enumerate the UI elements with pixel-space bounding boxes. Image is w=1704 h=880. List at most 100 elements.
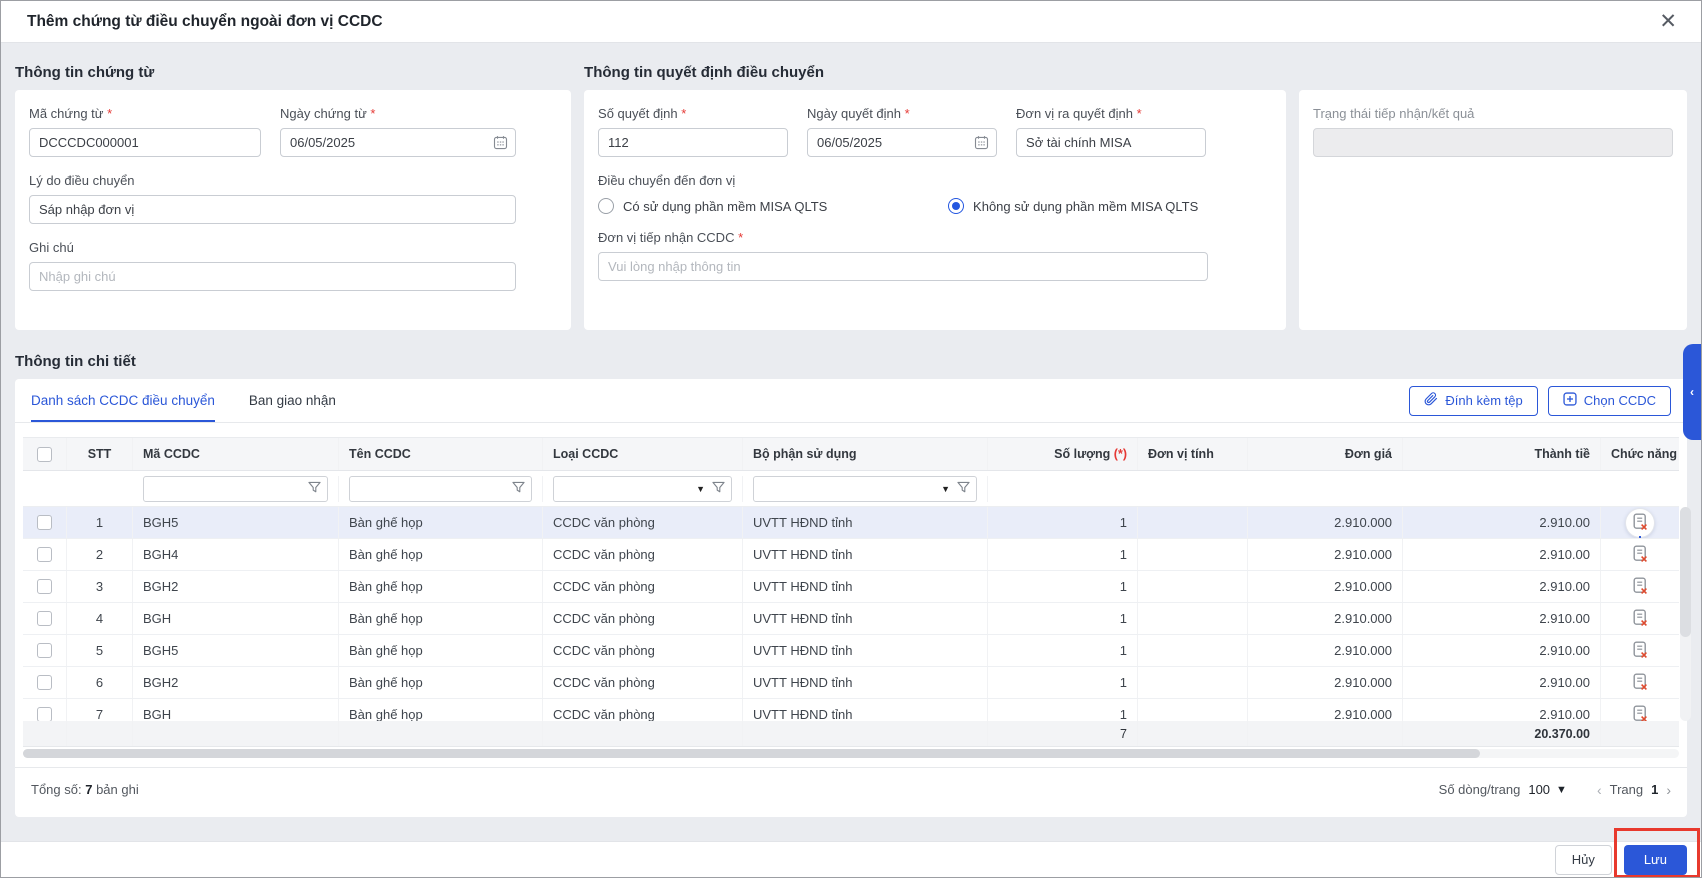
filter-loai-ccdc-select[interactable]: ▼ [553, 476, 732, 502]
so-quyet-dinh-input[interactable] [598, 128, 788, 157]
table-row[interactable]: 5BGH5Bàn ghế họpCCDC văn phòngUVTT HĐND … [23, 635, 1679, 667]
paperclip-icon [1424, 392, 1438, 409]
funnel-icon[interactable] [957, 481, 970, 497]
row-checkbox[interactable] [37, 547, 52, 562]
cell-ma-ccdc: BGH [133, 603, 339, 634]
calendar-icon[interactable] [493, 135, 508, 155]
remove-row-icon[interactable] [1626, 573, 1654, 601]
vertical-scrollbar-thumb[interactable] [1680, 507, 1691, 637]
cell-loai-ccdc: CCDC văn phòng [543, 539, 743, 570]
vertical-scrollbar[interactable] [1680, 507, 1691, 721]
horizontal-scrollbar-thumb[interactable] [23, 749, 1480, 758]
remove-row-icon[interactable] [1626, 701, 1654, 722]
cell-so-luong: 1 [988, 507, 1138, 538]
cell-so-luong: 1 [988, 571, 1138, 602]
radio-use-misa-qlts[interactable]: Có sử dụng phần mềm MISA QLTS [598, 198, 948, 214]
filter-ten-ccdc-input[interactable] [349, 476, 532, 502]
horizontal-scrollbar[interactable] [23, 749, 1679, 758]
table-filter-row: ▼ ▼ [23, 471, 1679, 507]
col-ma-ccdc[interactable]: Mã CCDC [133, 438, 339, 470]
summary-thanh-tien: 20.370.00 [1403, 721, 1601, 746]
cell-ten-ccdc: Bàn ghế họp [339, 667, 543, 698]
status-card: Trạng thái tiếp nhận/kết quả [1299, 90, 1687, 330]
funnel-icon[interactable] [308, 481, 321, 497]
next-page-icon[interactable]: › [1666, 782, 1671, 798]
page-label: Trang [1610, 782, 1643, 797]
filter-bo-phan-select[interactable]: ▼ [753, 476, 977, 502]
field-ghi-chu: Ghi chú [29, 240, 516, 291]
col-don-vi-tinh[interactable]: Đơn vị tính [1138, 438, 1248, 470]
table-row[interactable]: 7BGHBàn ghế họpCCDC văn phòngUVTT HĐND t… [23, 699, 1679, 721]
choose-ccdc-button[interactable]: Chọn CCDC [1548, 386, 1671, 416]
remove-row-icon[interactable] [1626, 605, 1654, 633]
select-all-checkbox[interactable] [37, 447, 52, 462]
cell-bo-phan: UVTT HĐND tỉnh [743, 603, 988, 634]
col-chuc-nang: Chức năng [1601, 438, 1679, 470]
calendar-icon[interactable] [974, 135, 989, 155]
radio-not-use-misa-qlts[interactable]: Không sử dụng phần mềm MISA QLTS [948, 198, 1198, 214]
remove-row-icon[interactable] [1626, 637, 1654, 665]
don-vi-tiep-nhan-input[interactable] [598, 252, 1208, 281]
cell-ma-ccdc: BGH [133, 699, 339, 721]
decision-info-card: Số quyết định * Ngày quyết định * [584, 90, 1286, 330]
row-checkbox[interactable] [37, 643, 52, 658]
row-checkbox[interactable] [37, 675, 52, 690]
remove-row-icon[interactable] [1626, 541, 1654, 569]
col-thanh-tien[interactable]: Thành tiề [1403, 438, 1601, 470]
col-bo-phan[interactable]: Bộ phận sử dụng [743, 438, 988, 470]
row-checkbox[interactable] [37, 707, 52, 721]
table-row[interactable]: 4BGHBàn ghế họpCCDC văn phòngUVTT HĐND t… [23, 603, 1679, 635]
table-row[interactable]: 3BGH2Bàn ghế họpCCDC văn phòngUVTT HĐND … [23, 571, 1679, 603]
caret-down-icon[interactable]: ▼ [941, 484, 950, 494]
cell-bo-phan: UVTT HĐND tỉnh [743, 667, 988, 698]
table-row[interactable]: 1BGH5Bàn ghế họpCCDC văn phòngUVTT HĐND … [23, 507, 1679, 539]
ghi-chu-input[interactable] [29, 262, 516, 291]
modal-body: Thông tin chứng từ Mã chứng từ * Ngày ch… [1, 43, 1701, 817]
don-vi-ra-input[interactable] [1016, 128, 1206, 157]
row-checkbox[interactable] [37, 611, 52, 626]
cell-loai-ccdc: CCDC văn phòng [543, 571, 743, 602]
col-loai-ccdc[interactable]: Loại CCDC [543, 438, 743, 470]
ma-chung-tu-input[interactable] [29, 128, 261, 157]
section-status: Trạng thái tiếp nhận/kết quả [1299, 55, 1687, 330]
funnel-icon[interactable] [712, 481, 725, 497]
field-ma-chung-tu: Mã chứng từ * [29, 106, 261, 157]
save-button[interactable]: Lưu [1624, 845, 1687, 875]
cell-thanh-tien: 2.910.00 [1403, 699, 1601, 721]
row-checkbox[interactable] [37, 515, 52, 530]
remove-row-icon[interactable] [1626, 669, 1654, 697]
table-row[interactable]: 6BGH2Bàn ghế họpCCDC văn phòngUVTT HĐND … [23, 667, 1679, 699]
required-asterisk: * [370, 106, 375, 121]
row-checkbox-cell [23, 571, 67, 602]
total-records: Tổng số: 7 bản ghi [31, 782, 139, 797]
cancel-button[interactable]: Hủy [1555, 845, 1612, 875]
remove-row-icon[interactable] [1626, 509, 1654, 537]
close-icon[interactable]: ✕ [1659, 11, 1677, 32]
cell-ma-ccdc: BGH5 [133, 635, 339, 666]
required-asterisk: * [905, 106, 910, 121]
ly-do-input[interactable] [29, 195, 516, 224]
ngay-chung-tu-input[interactable] [280, 128, 516, 157]
filter-ma-ccdc-input[interactable] [143, 476, 328, 502]
row-checkbox[interactable] [37, 579, 52, 594]
funnel-icon[interactable] [512, 481, 525, 497]
col-stt[interactable]: STT [67, 438, 133, 470]
attach-file-button[interactable]: Đính kèm tệp [1409, 386, 1537, 416]
rows-per-page-select[interactable]: 100 ▼ [1528, 782, 1567, 797]
tab-danh-sach-ccdc[interactable]: Danh sách CCDC điều chuyển [31, 379, 215, 422]
tab-ban-giao-nhan[interactable]: Ban giao nhận [249, 379, 336, 422]
col-don-gia[interactable]: Đơn giá [1248, 438, 1403, 470]
ngay-quyet-dinh-input[interactable] [807, 128, 997, 157]
cell-so-luong: 1 [988, 539, 1138, 570]
table-row[interactable]: 2BGH4Bàn ghế họpCCDC văn phòngUVTT HĐND … [23, 539, 1679, 571]
cell-don-vi-tinh [1138, 699, 1248, 721]
prev-page-icon[interactable]: ‹ [1597, 782, 1602, 798]
radio-unchecked-icon[interactable] [598, 198, 614, 214]
caret-down-icon[interactable]: ▼ [696, 484, 705, 494]
section-decision-info: Thông tin quyết định điều chuyển Số quyế… [584, 55, 1286, 330]
collapse-panel-handle[interactable]: ‹ [1683, 344, 1701, 440]
radio-checked-icon[interactable] [948, 198, 964, 214]
col-ten-ccdc[interactable]: Tên CCDC [339, 438, 543, 470]
document-info-card: Mã chứng từ * Ngày chứng từ * [15, 90, 571, 330]
col-so-luong[interactable]: Số lượng (*) [988, 438, 1138, 470]
